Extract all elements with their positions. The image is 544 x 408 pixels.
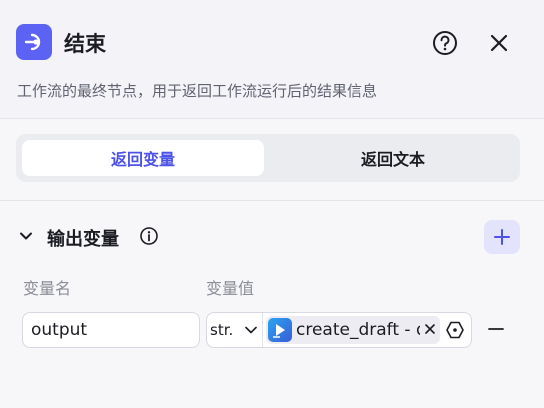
reference-label: create_draft - d — [296, 320, 420, 340]
chevron-down-icon — [245, 326, 257, 334]
end-node-panel: 结束 工作流的最终节点，用于返回工作流运行后的结果信息 返回变量 返回文本 输出… — [0, 0, 544, 408]
plugin-icon — [268, 318, 292, 342]
header-divider — [0, 118, 544, 119]
tab-return-text[interactable]: 返回文本 — [272, 140, 514, 176]
chevron-down-icon — [20, 232, 32, 240]
variable-value-field: str. create_draft - d — [206, 312, 472, 348]
variable-picker-icon[interactable] — [445, 320, 465, 340]
plus-icon — [494, 229, 510, 245]
column-header-value: 变量值 — [206, 279, 255, 298]
node-title: 结束 — [64, 32, 106, 56]
panel-header: 结束 工作流的最终节点，用于返回工作流运行后的结果信息 — [0, 0, 544, 118]
minus-icon — [488, 328, 504, 330]
type-select[interactable]: str. — [210, 313, 262, 347]
type-select-value: str. — [210, 321, 234, 339]
section-title: 输出变量 — [47, 229, 119, 250]
help-button[interactable] — [431, 29, 459, 57]
variable-reference-tag[interactable]: create_draft - d — [266, 316, 440, 344]
tab-return-variables[interactable]: 返回变量 — [22, 140, 264, 176]
collapse-button[interactable] — [18, 228, 34, 244]
remove-row-button[interactable] — [487, 320, 505, 338]
info-icon[interactable] — [139, 226, 159, 246]
node-description: 工作流的最终节点，用于返回工作流运行后的结果信息 — [17, 82, 378, 100]
question-circle-icon — [433, 31, 457, 55]
return-mode-tabs: 返回变量 返回文本 — [16, 134, 520, 182]
remove-reference-icon[interactable] — [424, 323, 436, 335]
add-variable-button[interactable] — [484, 220, 520, 254]
close-icon — [490, 34, 508, 52]
section-divider — [0, 200, 544, 201]
close-button[interactable] — [485, 29, 513, 57]
column-header-name: 变量名 — [23, 279, 72, 298]
variable-name-field[interactable]: output — [22, 312, 200, 348]
end-node-icon — [16, 24, 52, 60]
field-separator — [262, 313, 263, 347]
